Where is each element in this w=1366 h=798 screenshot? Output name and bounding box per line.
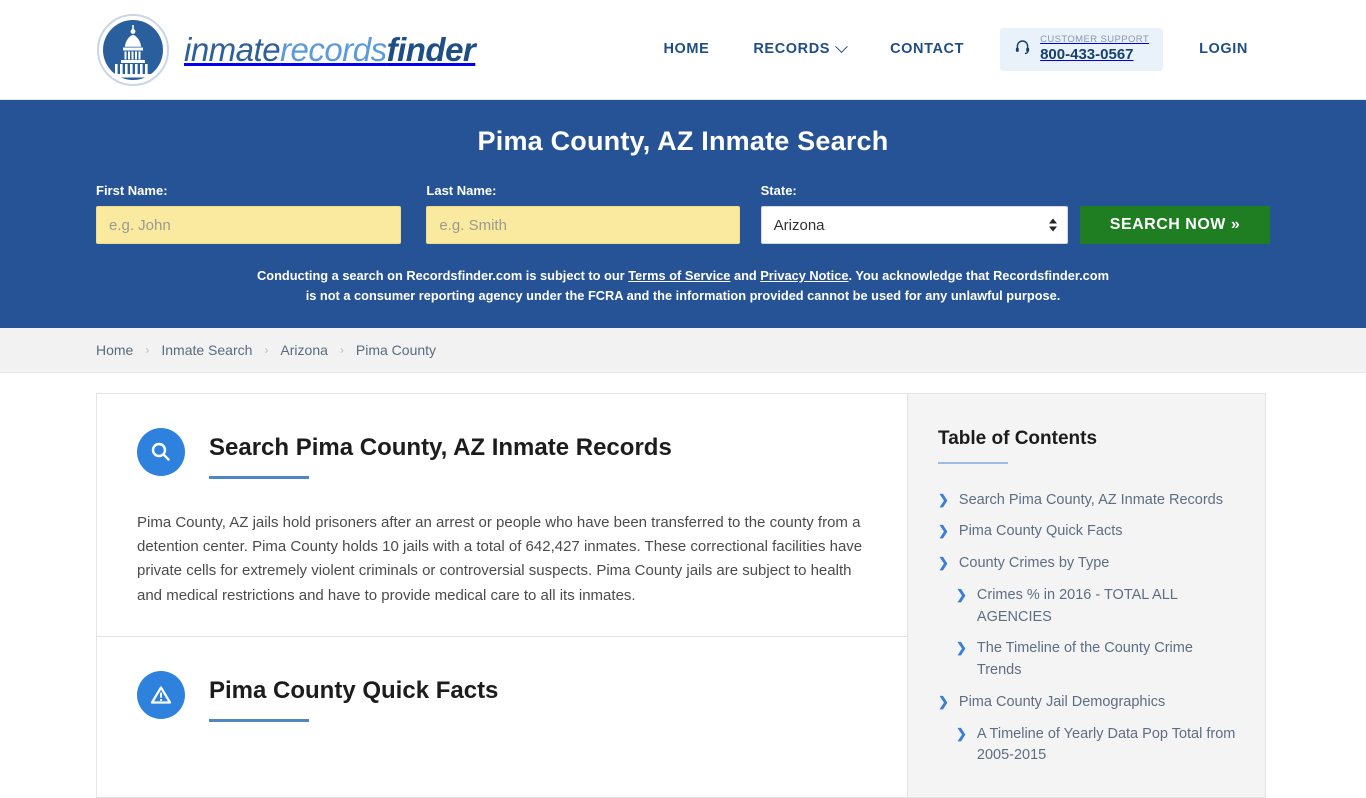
- toc-item[interactable]: ❯ Pima County Jail Demographics: [938, 692, 1237, 714]
- toc-link[interactable]: Pima County Jail Demographics: [959, 692, 1165, 714]
- chevron-right-icon: ❯: [938, 693, 949, 709]
- page-title: Pima County, AZ Inmate Search: [477, 126, 889, 156]
- state-field-group: State: Arizona: [760, 183, 1068, 244]
- site-logo[interactable]: inmaterecordsfinder: [96, 13, 476, 87]
- support-phone: 800-433-0567: [1040, 46, 1134, 64]
- nav-login[interactable]: LOGIN: [1177, 41, 1270, 57]
- nav-records[interactable]: RECORDS: [731, 40, 868, 58]
- magnifier-icon: [137, 427, 185, 476]
- main-content-card: Search Pima County, AZ Inmate Records Pi…: [96, 392, 908, 798]
- title-underline: [209, 475, 309, 479]
- chevron-right-icon: ›: [339, 342, 344, 357]
- state-label: State:: [760, 183, 797, 198]
- toc-item[interactable]: ❯ County Crimes by Type: [938, 553, 1237, 575]
- breadcrumb-item-current: Pima County: [355, 341, 437, 358]
- toc-item[interactable]: ❯ Search Pima County, AZ Inmate Records: [938, 490, 1237, 512]
- toc-link[interactable]: Search Pima County, AZ Inmate Records: [959, 490, 1223, 512]
- toc-link[interactable]: County Crimes by Type: [959, 553, 1109, 575]
- chevron-right-icon: ❯: [938, 523, 949, 539]
- logo-part-finder: finder: [386, 30, 476, 68]
- chevron-down-icon: [835, 40, 848, 54]
- toc-underline: [938, 461, 1008, 464]
- section-body-search-records: Pima County, AZ jails hold prisoners aft…: [137, 513, 863, 604]
- search-disclaimer: Conducting a search on Recordsfinder.com…: [253, 266, 1113, 306]
- terms-of-service-link[interactable]: Terms of Service: [628, 268, 730, 283]
- customer-support-box[interactable]: CUSTOMER SUPPORT 800-433-0567: [1000, 28, 1164, 71]
- first-name-label: First Name:: [96, 183, 168, 198]
- disclaimer-text-2: and: [730, 268, 761, 283]
- section-search-records: Search Pima County, AZ Inmate Records Pi…: [97, 394, 907, 636]
- section-title-search-records: Search Pima County, AZ Inmate Records: [209, 433, 672, 461]
- breadcrumb-bar: Home › Inmate Search › Arizona › Pima Co…: [0, 327, 1366, 373]
- toc-title: Table of Contents: [938, 427, 1098, 449]
- chevron-right-icon: ❯: [956, 586, 967, 602]
- section-quick-facts: Pima County Quick Facts: [97, 635, 907, 750]
- site-header: inmaterecordsfinder HOME RECORDS CONTACT: [0, 0, 1366, 100]
- site-logo-text: inmaterecordsfinder: [184, 30, 476, 69]
- toc-item[interactable]: ❯ Pima County Quick Facts: [938, 521, 1237, 543]
- toc-item[interactable]: ❯ Crimes % in 2016 - TOTAL ALL AGENCIES: [938, 585, 1237, 629]
- privacy-notice-link[interactable]: Privacy Notice: [760, 268, 848, 283]
- state-select[interactable]: Arizona: [760, 206, 1068, 244]
- first-name-field-group: First Name:: [96, 183, 402, 244]
- nav-login-label: LOGIN: [1199, 41, 1248, 58]
- toc-item[interactable]: ❯ The Timeline of the County Crime Trend…: [938, 638, 1237, 682]
- toc-link[interactable]: A Timeline of Yearly Data Pop Total from…: [977, 724, 1237, 768]
- chevron-right-icon: ❯: [938, 491, 949, 507]
- logo-part-records: records: [280, 30, 387, 68]
- toc-link[interactable]: The Timeline of the County Crime Trends: [977, 638, 1237, 682]
- section-title-quick-facts: Pima County Quick Facts: [209, 676, 499, 704]
- last-name-label: Last Name:: [426, 183, 497, 198]
- breadcrumb: Home › Inmate Search › Arizona › Pima Co…: [96, 342, 1270, 358]
- toc-link[interactable]: Crimes % in 2016 - TOTAL ALL AGENCIES: [977, 585, 1237, 629]
- main-navigation: HOME RECORDS CONTACT CUSTOMER SUPPORT 80…: [641, 28, 1270, 71]
- breadcrumb-item-inmate-search[interactable]: Inmate Search: [161, 342, 252, 358]
- last-name-field-group: Last Name:: [426, 183, 740, 244]
- chevron-right-icon: ❯: [956, 725, 967, 741]
- breadcrumb-item-arizona[interactable]: Arizona: [280, 342, 327, 358]
- state-select-value: Arizona: [773, 216, 825, 234]
- toc-list: ❯ Search Pima County, AZ Inmate Records …: [938, 490, 1237, 768]
- search-now-button[interactable]: SEARCH NOW »: [1080, 206, 1270, 244]
- table-of-contents-sidebar: Table of Contents ❯ Search Pima County, …: [908, 392, 1266, 798]
- page-content: Search Pima County, AZ Inmate Records Pi…: [0, 373, 1366, 798]
- hero-search-panel: Pima County, AZ Inmate Search First Name…: [0, 100, 1366, 328]
- toc-item[interactable]: ❯ A Timeline of Yearly Data Pop Total fr…: [938, 724, 1237, 768]
- chevron-right-icon: ❯: [938, 555, 949, 571]
- inmate-search-form: First Name: Last Name: State: Arizona SE…: [96, 183, 1270, 244]
- headset-icon: [1014, 38, 1031, 60]
- nav-records-label: RECORDS: [753, 41, 831, 58]
- stepper-arrows-icon: [1049, 218, 1057, 232]
- nav-contact[interactable]: CONTACT: [868, 41, 986, 57]
- chevron-right-icon: ❯: [956, 640, 967, 656]
- last-name-input[interactable]: [426, 206, 740, 244]
- title-underline: [209, 718, 309, 722]
- toc-link[interactable]: Pima County Quick Facts: [959, 521, 1123, 543]
- nav-contact-label: CONTACT: [890, 41, 965, 58]
- logo-part-inmate: inmate: [184, 30, 281, 68]
- support-label: CUSTOMER SUPPORT: [1040, 34, 1150, 46]
- capitol-dome-icon: [96, 13, 170, 87]
- warning-triangle-icon: [137, 670, 185, 719]
- nav-home[interactable]: HOME: [641, 41, 731, 57]
- nav-home-label: HOME: [663, 41, 710, 58]
- first-name-input[interactable]: [96, 206, 402, 244]
- breadcrumb-item-home[interactable]: Home: [96, 342, 133, 358]
- chevron-right-icon: ›: [264, 342, 269, 357]
- chevron-right-icon: ›: [145, 342, 150, 357]
- disclaimer-text-1: Conducting a search on Recordsfinder.com…: [257, 268, 629, 283]
